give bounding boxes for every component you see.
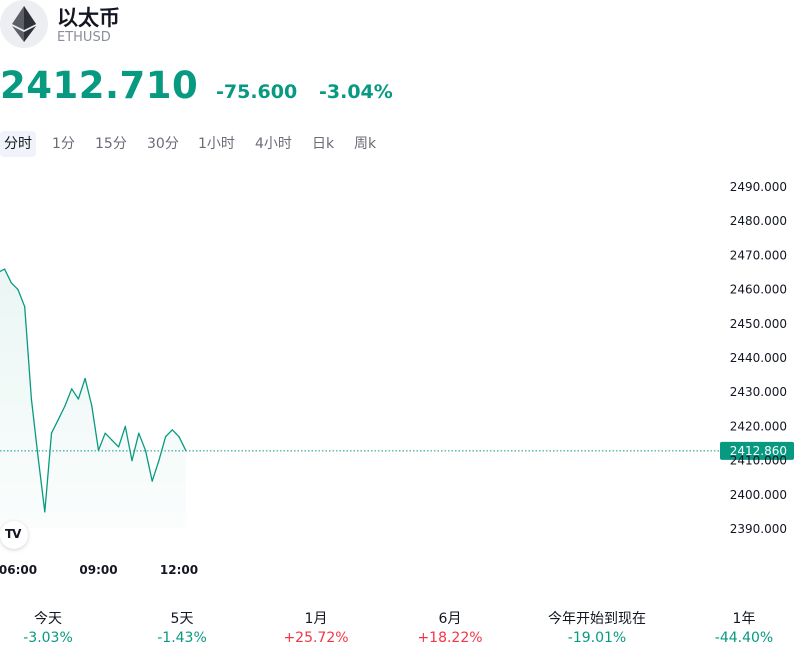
price-point <box>77 398 79 400</box>
y-tick-label: 2390.000 <box>730 522 787 536</box>
price-area <box>0 269 186 528</box>
return-value: -19.01% <box>567 630 627 646</box>
y-tick-label: 2410.000 <box>730 454 787 468</box>
return-value: -3.03% <box>23 630 73 646</box>
price-point <box>64 405 66 407</box>
price-point <box>37 456 39 458</box>
return-value: +18.22% <box>417 630 483 646</box>
tab-15min[interactable]: 15分 <box>91 131 131 157</box>
price-point <box>118 446 120 448</box>
price-point <box>144 449 147 451</box>
price-point <box>158 460 160 462</box>
return-1y[interactable]: 1年 -44.40% <box>684 608 800 648</box>
price-point <box>91 405 93 407</box>
x-tick-label: 06:00 <box>0 563 37 577</box>
tab-1min[interactable]: 1分 <box>48 131 79 157</box>
price-point <box>151 480 153 482</box>
price-change-percent: -3.04% <box>319 81 393 103</box>
price-point <box>24 306 26 308</box>
x-tick-label: 09:00 <box>79 563 117 577</box>
return-5d[interactable]: 5天 -1.43% <box>122 608 242 648</box>
return-label: 今年开始到现在 <box>548 611 646 627</box>
return-1m[interactable]: 1月 +25.72% <box>256 608 376 648</box>
price-point <box>10 282 12 284</box>
y-tick-label: 2490.000 <box>730 180 787 194</box>
price-point <box>50 432 53 434</box>
price-point <box>131 460 133 462</box>
price-chart[interactable]: 2412.860 2490.0002480.0002470.0002460.00… <box>0 160 800 590</box>
timeframe-tabs: 分时 1分 15分 30分 1小时 4小时 日k 周k <box>0 131 800 157</box>
price-point <box>171 429 173 431</box>
price-point <box>178 436 180 438</box>
y-tick-label: 2440.000 <box>730 351 787 365</box>
price-row: 2412.710 -75.600 -3.04% <box>0 64 800 112</box>
ethereum-icon <box>12 6 36 42</box>
price-point <box>71 388 73 390</box>
price-point <box>17 289 19 291</box>
y-tick-label: 2420.000 <box>730 419 787 433</box>
return-6m[interactable]: 6月 +18.22% <box>390 608 510 648</box>
x-tick-label: 12:00 <box>160 563 198 577</box>
tradingview-logo[interactable]: TV <box>0 521 28 549</box>
price-point <box>124 425 126 427</box>
asset-symbol: ETHUSD <box>57 30 111 45</box>
tab-intraday[interactable]: 分时 <box>0 131 36 157</box>
price-change: -75.600 <box>216 81 298 103</box>
y-tick-label: 2470.000 <box>730 248 787 262</box>
y-tick-label: 2400.000 <box>730 488 787 502</box>
price-point <box>165 436 167 438</box>
tab-30min[interactable]: 30分 <box>143 131 183 157</box>
y-tick-label: 2480.000 <box>730 214 787 228</box>
price-point <box>84 377 86 380</box>
price-point <box>44 511 46 513</box>
return-value: -44.40% <box>714 630 774 646</box>
price-point <box>4 268 6 270</box>
last-price: 2412.710 <box>0 64 199 107</box>
price-point <box>30 398 32 400</box>
header: 以太币 ETHUSD <box>0 0 800 52</box>
y-tick-label: 2430.000 <box>730 385 787 399</box>
return-label: 1月 <box>304 611 328 627</box>
return-ytd[interactable]: 今年开始到现在 -19.01% <box>537 608 657 648</box>
returns-bar: 今天 -3.03% 5天 -1.43% 1月 +25.72% 6月 +18.22… <box>0 608 800 658</box>
price-point <box>104 432 106 434</box>
return-label: 5天 <box>170 611 194 627</box>
tab-4hour[interactable]: 4小时 <box>251 131 296 157</box>
return-today[interactable]: 今天 -3.03% <box>0 608 108 648</box>
tab-weekly[interactable]: 周k <box>350 131 380 157</box>
asset-name: 以太币 <box>57 6 120 30</box>
price-point <box>57 419 59 421</box>
tab-daily[interactable]: 日k <box>308 131 338 157</box>
y-tick-label: 2460.000 <box>730 283 787 297</box>
y-tick-label: 2450.000 <box>730 317 787 331</box>
return-label: 6月 <box>438 611 462 627</box>
return-value: +25.72% <box>283 630 349 646</box>
price-point <box>111 439 113 441</box>
ethereum-logo <box>0 0 48 48</box>
return-label: 1年 <box>732 611 756 627</box>
return-label: 今天 <box>34 611 62 627</box>
return-value: -1.43% <box>157 630 207 646</box>
price-point <box>138 432 140 434</box>
tab-1hour[interactable]: 1小时 <box>194 131 239 157</box>
